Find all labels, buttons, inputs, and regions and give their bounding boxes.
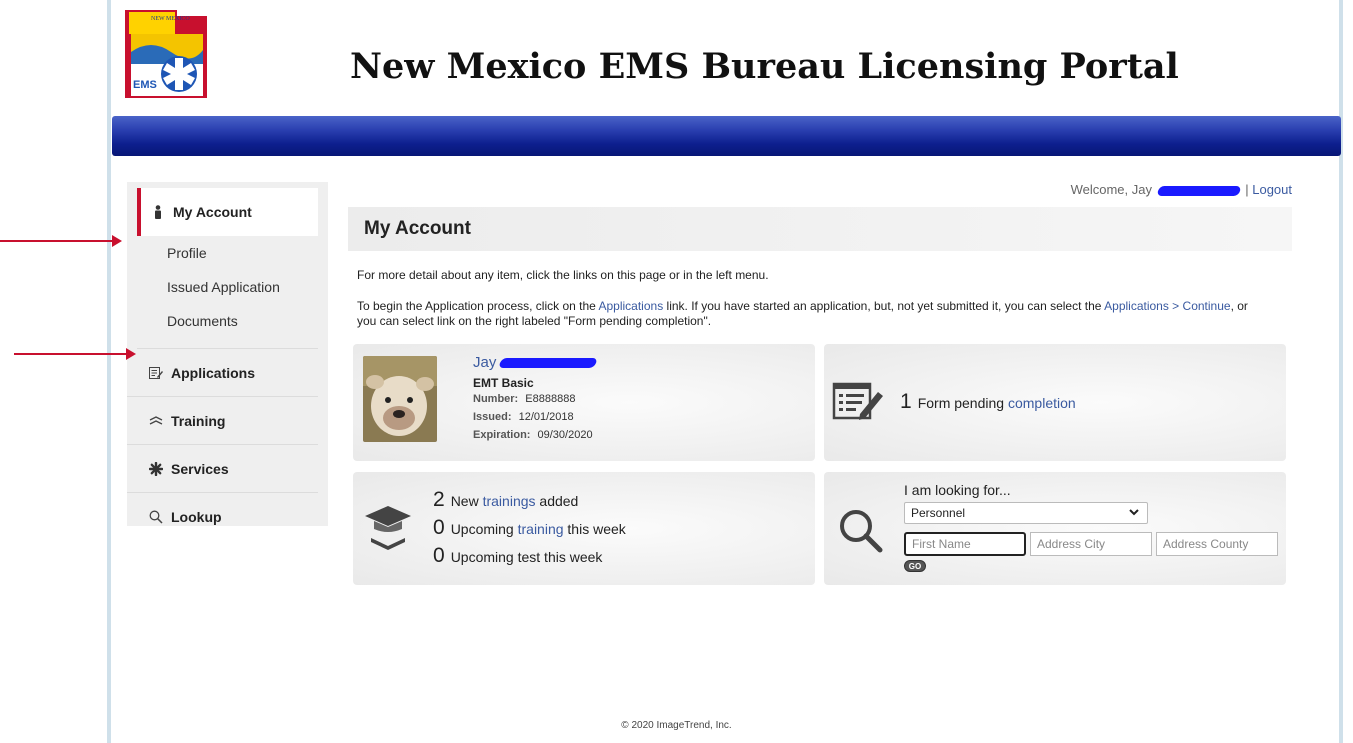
applications-continue-link[interactable]: Applications > Continue xyxy=(1104,299,1230,313)
annotation-arrow-profile xyxy=(0,235,122,247)
graduation-cap-icon xyxy=(365,506,411,550)
profile-name-link[interactable]: Jay xyxy=(473,354,599,371)
chevron-down-icon xyxy=(1129,505,1139,522)
redacted-surname xyxy=(1156,185,1241,196)
person-icon xyxy=(151,205,165,219)
license-number-row: Number: E8888888 xyxy=(473,393,575,405)
new-trainings-suffix: added xyxy=(539,493,579,509)
license-level: EMT Basic xyxy=(473,376,534,390)
profile-card: Jay EMT Basic Number: E8888888 Issued: 1… xyxy=(353,344,815,461)
profile-photo xyxy=(363,356,437,442)
lookup-type-value: Personnel xyxy=(911,506,966,520)
sidebar-item-label: Applications xyxy=(171,364,256,381)
lookup-type-select[interactable]: Personnel xyxy=(904,502,1148,524)
sidebar-item-services[interactable]: Services xyxy=(127,445,318,493)
training-link[interactable]: training xyxy=(518,521,564,537)
issued-date: 12/01/2018 xyxy=(518,411,574,423)
search-icon xyxy=(840,510,883,553)
logout-link[interactable]: Logout xyxy=(1252,182,1292,197)
annotation-arrow-applications xyxy=(14,348,136,360)
new-trainings-label: New xyxy=(450,493,479,509)
upcoming-training-suffix: this week xyxy=(567,521,626,537)
form-edit-icon xyxy=(832,382,883,420)
page-title: My Account xyxy=(348,207,1292,251)
upcoming-test-label: Upcoming test this week xyxy=(450,549,603,565)
upcoming-training-line: 0 Upcoming training this week xyxy=(433,516,626,540)
forms-pending-text: 1 Form pending completion xyxy=(900,390,1076,414)
new-trainings-count: 2 xyxy=(433,488,445,511)
expiration-row: Expiration: 09/30/2020 xyxy=(473,429,593,441)
sidebar-item-applications[interactable]: Applications xyxy=(127,349,318,397)
training-card: 2 New trainings added 0 Upcoming training … xyxy=(353,472,815,585)
sidebar-item-label: Lookup xyxy=(171,509,222,525)
training-icon xyxy=(149,415,163,427)
sidebar-subitem-profile[interactable]: Profile xyxy=(127,236,328,270)
sidebar-item-label: My Account xyxy=(173,204,252,220)
new-trainings-line: 2 New trainings added xyxy=(433,488,578,512)
expiration-date: 09/30/2020 xyxy=(537,429,593,441)
profile-name: Jay xyxy=(473,354,497,371)
site-title: New Mexico EMS Bureau Licensing Portal xyxy=(350,46,1179,87)
sidebar-item-training[interactable]: Training xyxy=(127,397,318,445)
go-button[interactable]: GO xyxy=(904,560,926,572)
welcome-separator: | xyxy=(1245,182,1249,197)
first-name-input[interactable]: First Name xyxy=(904,532,1026,556)
lookup-card: I am looking for... Personnel First Name… xyxy=(824,472,1286,585)
address-city-input[interactable]: Address City xyxy=(1030,532,1152,556)
license-number: E8888888 xyxy=(525,393,576,405)
footer-copyright: © 2020 ImageTrend, Inc. xyxy=(621,720,732,731)
issued-row: Issued: 12/01/2018 xyxy=(473,411,574,423)
forms-pending-count: 1 xyxy=(900,390,912,413)
logo-state-text: NEW MEXICO xyxy=(151,16,190,22)
sidebar-item-label: Training xyxy=(171,412,226,429)
intro-text-part: link. If you have started an application… xyxy=(663,299,1105,313)
intro-instructions: To begin the Application process, click … xyxy=(357,299,1257,329)
sidebar-item-lookup[interactable]: Lookup xyxy=(127,493,318,541)
sidebar: My Account Profile Issued Application Do… xyxy=(127,182,328,526)
lookup-label: I am looking for... xyxy=(904,482,1011,498)
completion-link[interactable]: completion xyxy=(1008,395,1076,411)
sidebar-subitem-documents[interactable]: Documents xyxy=(127,304,328,338)
intro-text: For more detail about any item, click th… xyxy=(357,268,769,282)
upcoming-test-line: 0 Upcoming test this week xyxy=(433,544,602,568)
address-county-input[interactable]: Address County xyxy=(1156,532,1278,556)
intro-text-part: To begin the Application process, click … xyxy=(357,299,599,313)
search-icon xyxy=(149,510,163,524)
nm-ems-logo: EMS NEW MEXICO xyxy=(121,8,211,100)
forms-pending-card: 1 Form pending completion xyxy=(824,344,1286,461)
forms-pending-label: Form pending xyxy=(917,395,1005,411)
applications-link[interactable]: Applications xyxy=(598,299,663,313)
upcoming-training-label: Upcoming xyxy=(450,521,514,537)
trainings-link[interactable]: trainings xyxy=(483,493,536,509)
header-band xyxy=(112,116,1341,156)
redacted-surname xyxy=(498,358,599,369)
sidebar-item-my-account[interactable]: My Account xyxy=(137,188,318,236)
sidebar-item-label: Services xyxy=(171,460,229,477)
welcome-text: Welcome, Jay xyxy=(1070,182,1152,197)
welcome-bar: Welcome, Jay | Logout xyxy=(1071,182,1292,197)
expiration-label: Expiration: xyxy=(473,429,531,441)
services-icon xyxy=(149,461,163,476)
sidebar-subitem-issued-application[interactable]: Issued Application xyxy=(127,270,328,304)
logo-ems-text: EMS xyxy=(133,79,157,91)
license-number-label: Number: xyxy=(473,393,519,405)
applications-icon xyxy=(149,366,163,379)
upcoming-training-count: 0 xyxy=(433,516,445,539)
issued-label: Issued: xyxy=(473,411,512,423)
upcoming-test-count: 0 xyxy=(433,544,445,567)
